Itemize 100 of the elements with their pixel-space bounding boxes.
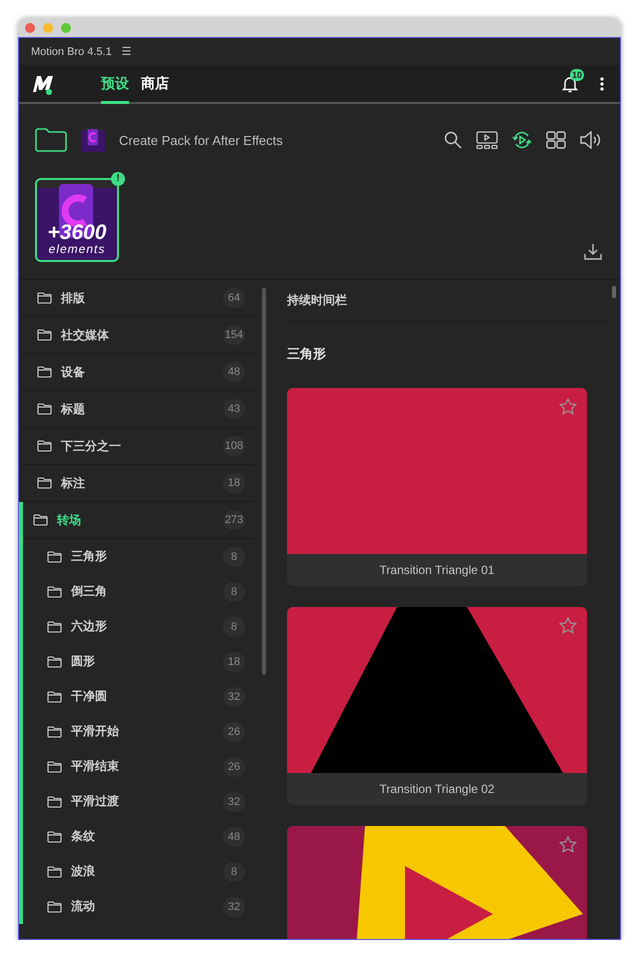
video-icon[interactable] xyxy=(476,131,498,149)
folder-icon xyxy=(47,830,62,842)
folder-icon xyxy=(47,900,62,912)
folder-icon xyxy=(47,586,62,598)
scrollbar[interactable] xyxy=(612,286,616,298)
folder-icon xyxy=(47,656,62,668)
item-count: 26 xyxy=(223,722,245,742)
menu-button[interactable]: ☰ xyxy=(122,45,132,58)
section-title: 三角形 xyxy=(287,345,327,363)
sidebar-item[interactable]: 平滑开始 26 xyxy=(23,714,255,749)
sidebar-item[interactable]: 三角形 8 xyxy=(23,539,255,574)
item-count: 32 xyxy=(223,792,245,812)
folder-icon xyxy=(47,796,62,808)
sidebar-item[interactable]: 转场 273 xyxy=(23,502,255,539)
sidebar-item[interactable]: 流动 32 xyxy=(23,889,255,924)
notification-count: 10 xyxy=(570,68,584,80)
category-label: 倒三角 xyxy=(71,583,108,600)
category-label: 下三分之一 xyxy=(61,438,122,454)
sidebar-item[interactable]: 平滑过渡 32 xyxy=(23,784,255,819)
item-count: 8 xyxy=(223,546,245,566)
item-count: 8 xyxy=(223,862,245,882)
sidebar-item[interactable]: 设备 48 xyxy=(23,354,255,391)
download-icon[interactable] xyxy=(584,243,602,260)
folder-icon xyxy=(47,760,62,772)
alert-badge: ! xyxy=(111,172,125,186)
item-count: 32 xyxy=(223,896,245,916)
category-label: 设备 xyxy=(61,364,86,380)
folder-icon xyxy=(47,726,62,738)
pack-headline: +3600 xyxy=(46,222,108,244)
category-label: 标题 xyxy=(61,400,86,418)
sidebar-item[interactable]: 排版 64 xyxy=(23,280,255,317)
autoplay-icon[interactable] xyxy=(512,131,532,149)
folder-icon xyxy=(37,440,52,452)
item-count: 18 xyxy=(223,473,245,493)
folder-icon xyxy=(37,366,52,378)
folder-icon xyxy=(37,403,52,415)
speaker-icon[interactable] xyxy=(580,131,602,149)
sidebar-item[interactable]: 倒三角 8 xyxy=(23,574,255,609)
folder-icon xyxy=(47,550,62,562)
sidebar-item[interactable]: 平滑结束 26 xyxy=(23,749,255,784)
folder-icon xyxy=(47,620,62,632)
category-label: 流动 xyxy=(71,898,96,915)
category-label: 条纹 xyxy=(71,828,96,845)
star-icon[interactable] xyxy=(559,398,577,415)
search-icon[interactable] xyxy=(444,131,462,149)
category-label: 六边形 xyxy=(71,618,108,635)
category-label: 转场 xyxy=(57,512,82,528)
sidebar-item[interactable]: 圆形 18 xyxy=(23,644,255,679)
category-label: 排版 xyxy=(61,290,86,306)
card-title: Transition Triangle 01 xyxy=(378,562,496,579)
category-label: 圆形 xyxy=(71,653,96,670)
nav-tab[interactable]: 商店 xyxy=(141,65,169,102)
sidebar-item[interactable]: 六边形 8 xyxy=(23,609,255,644)
sidebar-item[interactable]: 波浪 8 xyxy=(23,854,255,889)
more-icon[interactable] xyxy=(600,76,604,90)
category-label: 平滑开始 xyxy=(71,723,120,740)
card-title: Transition Triangle 02 xyxy=(378,781,496,798)
item-count: 32 xyxy=(223,686,245,706)
scrollbar[interactable] xyxy=(262,288,266,675)
duration-filter[interactable]: 持续时间栏 xyxy=(287,280,607,322)
category-label: 标注 xyxy=(61,474,86,492)
item-count: 273 xyxy=(223,510,245,530)
category-label: 平滑结束 xyxy=(71,758,120,775)
sidebar-item[interactable]: 标题 43 xyxy=(23,391,255,428)
pack-thumbnail-icon xyxy=(81,128,105,152)
item-count: 48 xyxy=(223,362,245,382)
item-count: 108 xyxy=(223,436,245,456)
pack-name: Create Pack for After Effects xyxy=(119,132,284,148)
folder-icon[interactable] xyxy=(35,128,67,152)
folder-icon xyxy=(47,690,62,702)
item-count: 154 xyxy=(223,325,245,345)
item-count: 8 xyxy=(223,616,245,636)
preset-card[interactable]: Transition Triangle 02 xyxy=(287,607,587,805)
app-title: Motion Bro 4.5.1 xyxy=(31,46,112,58)
nav-tab[interactable]: 预设 xyxy=(101,65,129,102)
pack-subline: elements xyxy=(48,242,106,256)
preset-card[interactable]: Transition Triangle 01 xyxy=(287,388,587,586)
star-icon[interactable] xyxy=(559,617,577,634)
star-icon[interactable] xyxy=(559,836,577,853)
item-count: 26 xyxy=(223,756,245,776)
item-count: 18 xyxy=(223,652,245,672)
sidebar-item[interactable]: 条纹 48 xyxy=(23,819,255,854)
category-label: 波浪 xyxy=(71,863,96,880)
item-count: 43 xyxy=(223,399,245,419)
grid-icon[interactable] xyxy=(546,131,566,149)
category-label: 社交媒体 xyxy=(61,326,110,344)
folder-icon xyxy=(37,292,52,304)
category-label: 干净圆 xyxy=(71,688,108,705)
folder-icon xyxy=(37,329,52,341)
sidebar-item[interactable]: 下三分之一 108 xyxy=(23,428,255,465)
sidebar-item[interactable]: 标注 18 xyxy=(23,465,255,502)
item-count: 48 xyxy=(223,826,245,846)
category-label: 平滑过渡 xyxy=(71,793,120,810)
sidebar-item[interactable]: 社交媒体 154 xyxy=(23,317,255,354)
category-label: 三角形 xyxy=(71,548,108,565)
folder-icon xyxy=(37,477,52,489)
sidebar-item[interactable]: 干净圆 32 xyxy=(23,679,255,714)
folder-icon xyxy=(33,514,48,526)
item-count: 64 xyxy=(223,288,245,308)
item-count: 8 xyxy=(223,582,245,602)
